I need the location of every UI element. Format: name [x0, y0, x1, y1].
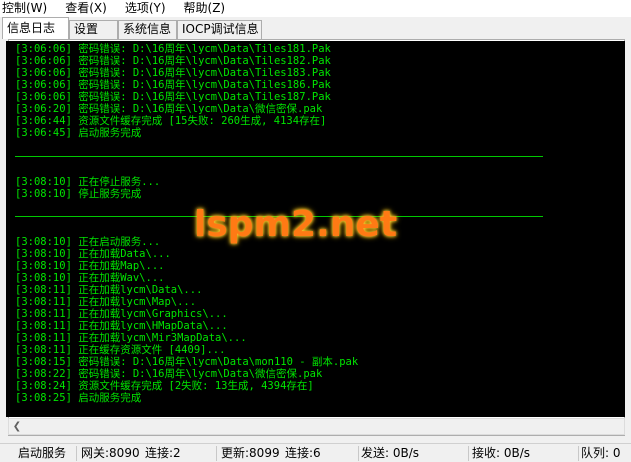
status-divider	[76, 446, 77, 461]
log-separator	[15, 156, 543, 157]
log-line: [3:08:11] 正在缓存资源文件 [4409]...	[15, 344, 226, 356]
status-divider	[358, 446, 359, 461]
status-queue: 队列: 0	[581, 446, 621, 460]
log-line: [3:08:10] 正在启动服务...	[15, 236, 161, 248]
status-service: 启动服务	[18, 446, 67, 460]
horizontal-scrollbar[interactable]: ❮	[8, 418, 625, 435]
status-gateway-connections: 连接:2	[145, 446, 181, 460]
log-line: [3:08:10] 正在停止服务...	[15, 176, 161, 188]
log-line: [3:06:45] 启动服务完成	[15, 127, 142, 139]
log-line: [3:08:10] 正在加载Map\...	[15, 260, 165, 272]
log-line: [3:08:22] 密码错误: D:\16周年\lycm\Data\微信密保.p…	[15, 368, 323, 380]
log-line: [3:08:25] 启动服务完成	[15, 392, 142, 404]
status-send: 发送: 0B/s	[361, 446, 420, 460]
tab-iocp-debug[interactable]: IOCP调试信息	[177, 20, 262, 39]
tab-info-log[interactable]: 信息日志	[2, 17, 69, 39]
status-gateway: 网关:8090	[81, 446, 140, 460]
menu-options[interactable]: 选项(Y)	[121, 0, 170, 17]
menu-control[interactable]: 控制(W)	[0, 0, 51, 17]
log-line: [3:08:11] 正在加载lycm\HMapData\...	[15, 320, 228, 332]
log-line: [3:08:10] 正在加载Data\...	[15, 248, 171, 260]
menu-bar: 控制(W) 查看(X) 选项(Y) 帮助(Z)	[0, 0, 631, 17]
log-line: [3:06:06] 密码错误: D:\16周年\lycm\Data\Tiles1…	[15, 91, 331, 103]
log-line: [3:06:06] 密码错误: D:\16周年\lycm\Data\Tiles1…	[15, 55, 331, 67]
scroll-left-arrow-icon[interactable]: ❮	[11, 421, 23, 433]
log-line: [3:08:10] 正在加载Wav\...	[15, 272, 165, 284]
status-update-connections: 连接:6	[285, 446, 321, 460]
tab-system-info[interactable]: 系统信息	[118, 20, 177, 39]
status-divider	[578, 446, 579, 461]
log-line: [3:08:11] 正在加载lycm\Data\...	[15, 284, 203, 296]
log-line: [3:08:11] 正在加载lycm\Map\...	[15, 296, 197, 308]
log-line: [3:08:24] 资源文件缓存完成 [2失败: 13生成, 4394存在]	[15, 380, 314, 392]
log-line: [3:06:20] 密码错误: D:\16周年\lycm\Data\微信密保.p…	[15, 103, 323, 115]
log-line: [3:06:06] 密码错误: D:\16周年\lycm\Data\Tiles1…	[15, 43, 331, 55]
status-divider	[216, 446, 217, 461]
tab-settings[interactable]: 设置	[69, 20, 118, 39]
log-line: [3:06:06] 密码错误: D:\16周年\lycm\Data\Tiles1…	[15, 79, 331, 91]
log-line: [3:06:06] 密码错误: D:\16周年\lycm\Data\Tiles1…	[15, 67, 331, 79]
log-line: [3:06:44] 资源文件缓存完成 [15失败: 260生成, 4134存在]	[15, 115, 327, 127]
menu-view[interactable]: 查看(X)	[61, 0, 111, 17]
status-receive: 接收: 0B/s	[472, 446, 531, 460]
log-line: [3:08:15] 密码错误: D:\16周年\lycm\Data\mon110…	[15, 356, 359, 368]
menu-help[interactable]: 帮助(Z)	[180, 0, 230, 17]
log-line: [3:08:10] 停止服务完成	[15, 188, 142, 200]
status-divider	[468, 446, 469, 461]
watermark-logo: lspm2.net	[194, 204, 398, 245]
status-bar: 启动服务 网关:8090 连接:2 更新:8099 连接:6 发送: 0B/s …	[0, 443, 631, 462]
log-line: [3:08:11] 正在加载lycm\Mir3MapData\...	[15, 332, 247, 344]
tab-strip: 信息日志 设置 系统信息 IOCP调试信息	[0, 17, 631, 39]
status-update: 更新:8099	[221, 446, 280, 460]
log-line: [3:08:11] 正在加载lycm\Graphics\...	[15, 308, 228, 320]
